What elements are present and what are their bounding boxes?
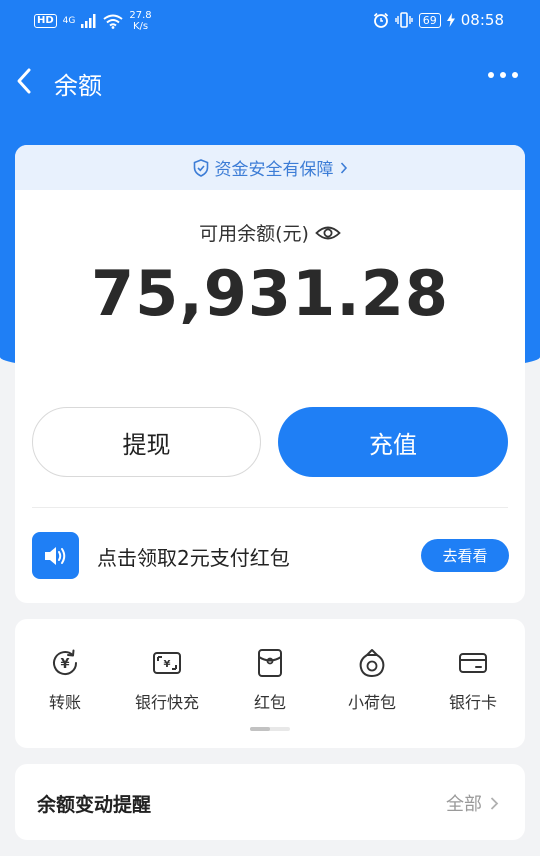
vibrate-icon [395,12,413,28]
balance-card: 资金安全有保障 可用余额(元) 75,931.28 提现 充值 点击领取2元支付… [15,145,525,603]
page-indicator [250,727,290,731]
shortcut-label: 银行卡 [448,693,497,712]
red-packet-icon [258,649,282,677]
shortcut-bank-quick-recharge[interactable]: ¥ 银行快充 [117,647,217,713]
shortcut-label: 转账 [48,693,81,712]
speaker-icon [32,532,79,579]
balance-label-row: 可用余额(元) [15,219,525,246]
shortcuts-card: ¥ 转账 ¥ 银行快充 红包 小荷包 银行卡 [15,619,525,748]
promo-view-button[interactable]: 去看看 [421,539,509,572]
navigation-bar: 余额 [0,44,540,120]
back-arrow-icon[interactable] [12,64,36,98]
small-pouch-icon [359,649,385,678]
chevron-right-icon [490,796,499,810]
battery-level: 69 [418,12,441,28]
chevron-right-icon [340,161,347,174]
balance-alert-card[interactable]: 余额变动提醒 全部 [15,764,525,840]
svg-text:¥: ¥ [164,659,171,670]
shortcut-transfer[interactable]: ¥ 转账 [15,647,115,713]
eye-icon[interactable] [315,224,341,242]
balance-amount: 75,931.28 [90,257,450,330]
withdraw-button[interactable]: 提现 [32,407,261,477]
shortcut-label: 小荷包 [347,693,396,712]
recharge-button[interactable]: 充值 [278,407,508,477]
transfer-icon: ¥ [53,649,78,676]
balance-label: 可用余额(元) [199,223,309,245]
network-type: 4G [62,16,76,26]
bank-quick-recharge-icon: ¥ [153,652,181,674]
wifi-icon [103,14,123,29]
more-options-icon[interactable] [488,72,518,78]
clock-time: 08:58 [460,11,504,29]
alarm-icon [373,12,388,28]
status-bar: HD 4G 27.8 K/s 69 08:58 [0,0,540,44]
shortcut-label: 银行快充 [134,693,199,712]
shortcut-label: 红包 [253,693,286,712]
hd-indicator: HD [34,14,57,28]
bank-card-icon [459,653,487,673]
divider [32,507,508,508]
shortcut-bank-card[interactable]: 银行卡 [423,647,523,713]
shortcut-small-pouch[interactable]: 小荷包 [322,647,422,713]
promo-text[interactable]: 点击领取2元支付红包 [97,542,290,571]
network-speed: 27.8 K/s [129,10,152,32]
view-all-label: 全部 [446,794,482,815]
charging-icon [446,13,455,27]
shortcut-red-packet[interactable]: 红包 [220,647,320,713]
alert-title: 余额变动提醒 [37,794,152,816]
shield-icon [193,158,208,177]
signal-icon [81,14,96,28]
page-title: 余额 [54,72,102,100]
security-banner[interactable]: 资金安全有保障 [15,145,525,190]
view-all-link[interactable]: 全部 [446,790,499,816]
svg-text:¥: ¥ [60,657,69,672]
security-label: 资金安全有保障 [214,160,334,180]
